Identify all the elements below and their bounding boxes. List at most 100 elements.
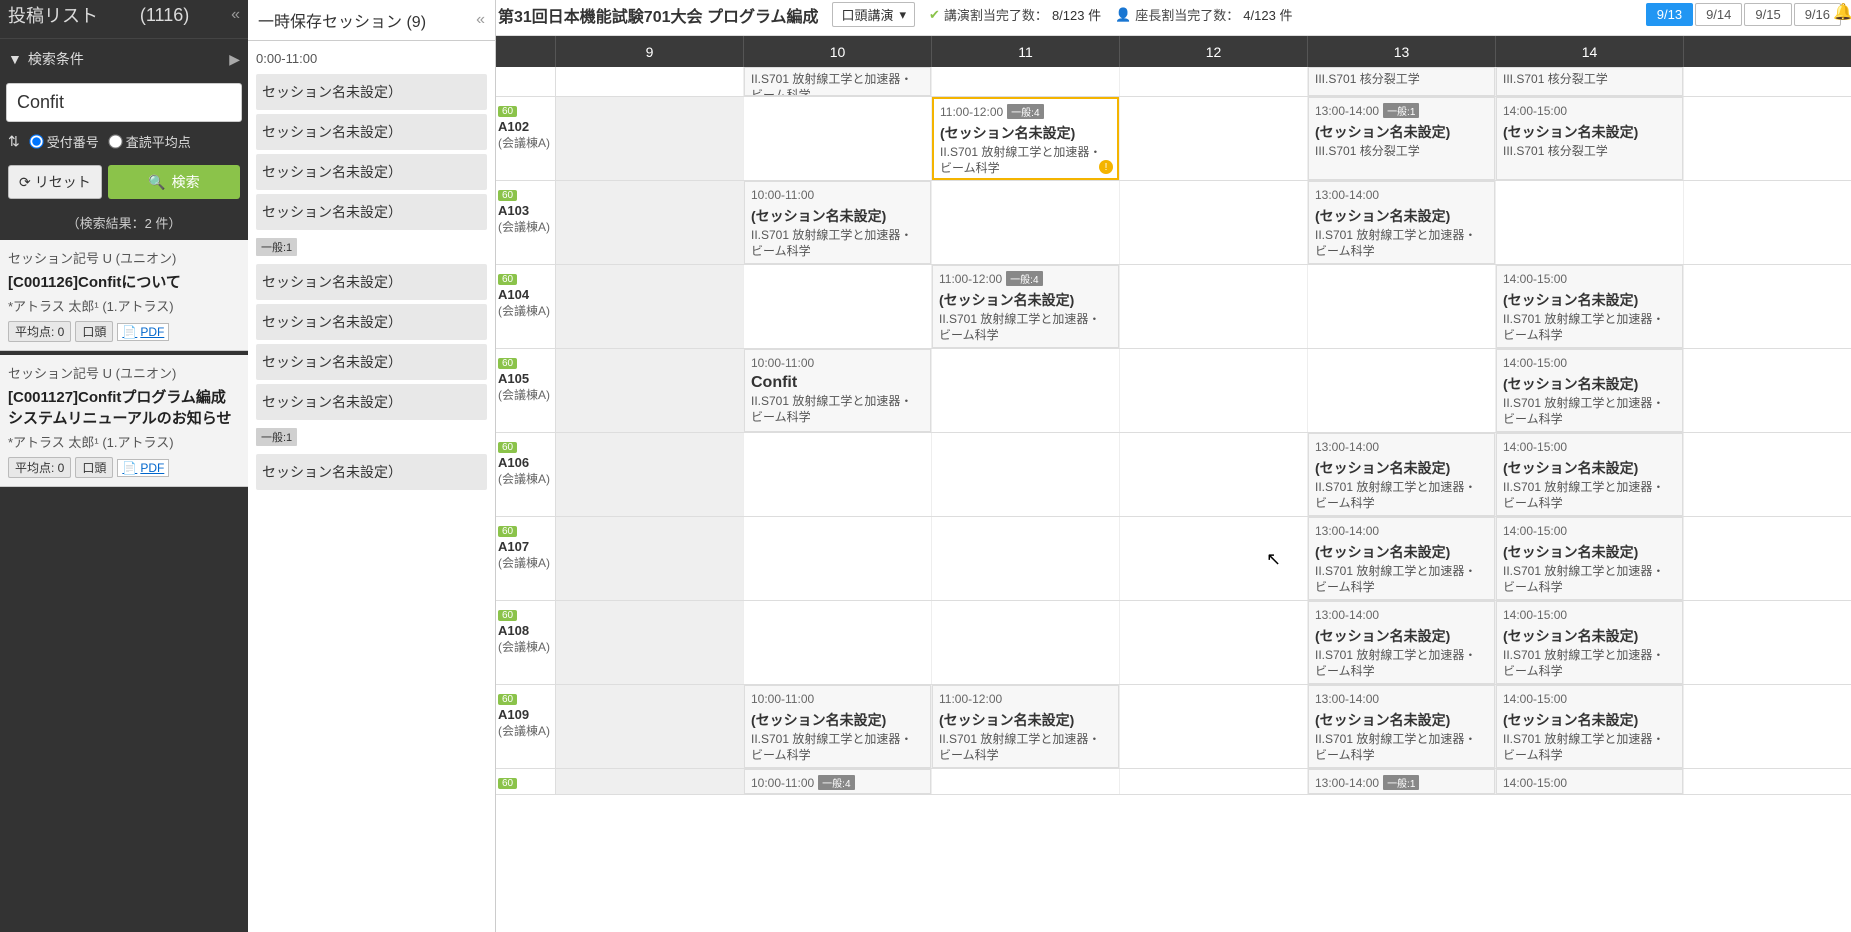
timeline-cell[interactable]: II.S701 放射線工学と加速器・ビーム科学 [744, 67, 932, 96]
timeline-cell[interactable]: 14:00-15:00 (セッション名未設定) II.S701 放射線工学と加速… [1496, 517, 1684, 600]
session-block[interactable]: 11:00-12:00一般:4 (セッション名未設定) II.S701 放射線工… [932, 265, 1119, 348]
timeline-cell[interactable] [1120, 265, 1308, 348]
timeline-cell[interactable]: 14:00-15:00 (セッション名未設定) III.S701 核分裂工学 [1496, 97, 1684, 180]
notification-bell-icon[interactable]: 🔔 [1833, 2, 1851, 22]
timeline-cell[interactable] [556, 433, 744, 516]
timeline-cell[interactable] [932, 349, 1120, 432]
timeline-cell[interactable]: III.S701 核分裂工学 [1496, 67, 1684, 96]
timeline-cell[interactable] [932, 517, 1120, 600]
date-tab[interactable]: 9/15 [1744, 3, 1791, 26]
session-block[interactable]: 13:00-14:00 (セッション名未設定) II.S701 放射線工学と加速… [1308, 181, 1495, 264]
timeline-cell[interactable]: 11:00-12:00一般:4 (セッション名未設定) II.S701 放射線工… [932, 265, 1120, 348]
timeline-cell[interactable] [744, 265, 932, 348]
session-block[interactable]: 10:00-11:00一般:4 [744, 769, 931, 794]
session-block[interactable]: II.S701 放射線工学と加速器・ビーム科学 [744, 67, 931, 96]
submission-card[interactable]: セッション記号 U (ユニオン) [C001127]Confitプログラム編成シ… [0, 355, 248, 487]
temp-session-item[interactable]: セッション名未設定） [256, 264, 487, 300]
timeline-cell[interactable]: 11:00-12:00 (セッション名未設定) II.S701 放射線工学と加速… [932, 685, 1120, 768]
timeline-cell[interactable]: 14:00-15:00 (セッション名未設定) II.S701 放射線工学と加速… [1496, 685, 1684, 768]
timeline-cell[interactable]: 13:00-14:00一般:1 [1308, 769, 1496, 794]
session-block[interactable]: 10:00-11:00 (セッション名未設定) II.S701 放射線工学と加速… [744, 685, 931, 768]
search-button[interactable]: 🔍 検索 [108, 165, 240, 199]
session-block[interactable]: 13:00-14:00一般:1 [1308, 769, 1495, 794]
timeline-cell[interactable] [1120, 601, 1308, 684]
timeline-cell[interactable]: III.S701 核分裂工学 [1308, 67, 1496, 96]
temp-session-item[interactable]: セッション名未設定） [256, 384, 487, 420]
session-block[interactable]: 14:00-15:00 (セッション名未設定) II.S701 放射線工学と加速… [1496, 517, 1683, 600]
timeline-cell[interactable]: 14:00-15:00 (セッション名未設定) II.S701 放射線工学と加速… [1496, 433, 1684, 516]
pdf-link[interactable]: 📄PDF [117, 459, 169, 477]
temp-session-item[interactable]: セッション名未設定） [256, 154, 487, 190]
timeline-cell[interactable]: 14:00-15:00 (セッション名未設定) II.S701 放射線工学と加速… [1496, 601, 1684, 684]
session-block[interactable]: 14:00-15:00 (セッション名未設定) II.S701 放射線工学と加速… [1496, 433, 1683, 516]
session-block[interactable]: 14:00-15:00 (セッション名未設定) II.S701 放射線工学と加速… [1496, 265, 1683, 348]
timeline-cell[interactable]: 14:00-15:00 (セッション名未設定) II.S701 放射線工学と加速… [1496, 265, 1684, 348]
temp-session-item[interactable]: セッション名未設定） [256, 74, 487, 110]
radio-receipt-number[interactable]: 受付番号 [30, 132, 99, 151]
timeline-cell[interactable]: 10:00-11:00 (セッション名未設定) II.S701 放射線工学と加速… [744, 181, 932, 264]
presentation-mode-select[interactable]: 口頭講演 ▾ [832, 2, 915, 27]
reset-button[interactable]: ⟳ リセット [8, 165, 102, 199]
timeline-cell[interactable]: 13:00-14:00 (セッション名未設定) II.S701 放射線工学と加速… [1308, 433, 1496, 516]
timeline-cell[interactable] [932, 181, 1120, 264]
session-block[interactable]: 13:00-14:00 (セッション名未設定) II.S701 放射線工学と加速… [1308, 601, 1495, 684]
timeline-cell[interactable]: 13:00-14:00 (セッション名未設定) II.S701 放射線工学と加速… [1308, 601, 1496, 684]
timeline-cell[interactable]: 14:00-15:00 (セッション名未設定) II.S701 放射線工学と加速… [1496, 349, 1684, 432]
session-block[interactable]: 10:00-11:00 (セッション名未設定) II.S701 放射線工学と加速… [744, 181, 931, 264]
temp-session-item[interactable]: セッション名未設定） [256, 114, 487, 150]
timeline-cell[interactable] [556, 601, 744, 684]
timeline-cell[interactable] [1120, 517, 1308, 600]
timeline-cell[interactable] [1120, 181, 1308, 264]
timeline-cell[interactable]: 14:00-15:00 [1496, 769, 1684, 794]
timeline-cell[interactable] [744, 601, 932, 684]
session-block[interactable]: 11:00-12:00一般:4 (セッション名未設定) II.S701 放射線工… [932, 97, 1119, 180]
timeline-cell[interactable]: 10:00-11:00 (セッション名未設定) II.S701 放射線工学と加速… [744, 685, 932, 768]
radio-review-average[interactable]: 査読平均点 [109, 132, 191, 151]
session-block[interactable]: 10:00-11:00 Confit II.S701 放射線工学と加速器・ビーム… [744, 349, 931, 432]
timeline-cell[interactable] [1120, 67, 1308, 96]
timeline-cell[interactable] [1120, 769, 1308, 794]
timeline-cell[interactable]: 13:00-14:00 (セッション名未設定) II.S701 放射線工学と加速… [1308, 517, 1496, 600]
timeline-cell[interactable]: 13:00-14:00 (セッション名未設定) II.S701 放射線工学と加速… [1308, 181, 1496, 264]
session-block[interactable]: 13:00-14:00 (セッション名未設定) II.S701 放射線工学と加速… [1308, 685, 1495, 768]
collapse-left-icon[interactable]: « [231, 6, 240, 24]
temp-session-item[interactable]: セッション名未設定） [256, 304, 487, 340]
temp-session-item[interactable]: セッション名未設定） [256, 344, 487, 380]
timeline-cell[interactable] [744, 97, 932, 180]
timeline-cell[interactable] [932, 433, 1120, 516]
session-block[interactable]: III.S701 核分裂工学 [1308, 67, 1495, 96]
date-tab[interactable]: 9/14 [1695, 3, 1742, 26]
session-block[interactable]: 14:00-15:00 (セッション名未設定) II.S701 放射線工学と加速… [1496, 685, 1683, 768]
timeline-cell[interactable]: 11:00-12:00一般:4 (セッション名未設定) II.S701 放射線工… [932, 97, 1120, 180]
date-tab[interactable]: 9/13 [1646, 3, 1693, 26]
session-block[interactable]: 14:00-15:00 (セッション名未設定) II.S701 放射線工学と加速… [1496, 349, 1683, 432]
timeline-cell[interactable]: 13:00-14:00一般:1 (セッション名未設定) III.S701 核分裂… [1308, 97, 1496, 180]
timeline-cell[interactable] [556, 769, 744, 794]
timeline-cell[interactable] [556, 67, 744, 96]
timeline-cell[interactable] [556, 517, 744, 600]
timeline-cell[interactable]: 10:00-11:00一般:4 [744, 769, 932, 794]
session-block[interactable]: 14:00-15:00 (セッション名未設定) III.S701 核分裂工学 [1496, 97, 1683, 180]
timeline-cell[interactable] [1308, 349, 1496, 432]
pdf-link[interactable]: 📄PDF [117, 323, 169, 341]
timeline-cell[interactable] [932, 67, 1120, 96]
session-block[interactable]: 14:00-15:00 (セッション名未設定) II.S701 放射線工学と加速… [1496, 601, 1683, 684]
timeline-cell[interactable] [932, 601, 1120, 684]
timeline-cell[interactable] [1496, 181, 1684, 264]
temp-session-item[interactable]: セッション名未設定） [256, 454, 487, 490]
session-block[interactable]: 13:00-14:00 (セッション名未設定) II.S701 放射線工学と加速… [1308, 517, 1495, 600]
submission-card[interactable]: セッション記号 U (ユニオン) [C001126]Confitについて *アト… [0, 240, 248, 351]
timeline-cell[interactable] [932, 769, 1120, 794]
search-input[interactable] [6, 83, 242, 122]
timeline-cell[interactable] [1120, 349, 1308, 432]
session-block[interactable]: 11:00-12:00 (セッション名未設定) II.S701 放射線工学と加速… [932, 685, 1119, 768]
session-block[interactable]: 14:00-15:00 [1496, 769, 1683, 794]
sort-icon[interactable]: ⇅ [8, 133, 20, 150]
timeline-cell[interactable] [744, 433, 932, 516]
timeline-cell[interactable]: 13:00-14:00 (セッション名未設定) II.S701 放射線工学と加速… [1308, 685, 1496, 768]
timeline-cell[interactable] [556, 181, 744, 264]
session-block[interactable]: 13:00-14:00一般:1 (セッション名未設定) III.S701 核分裂… [1308, 97, 1495, 180]
timeline-cell[interactable] [744, 517, 932, 600]
timeline-cell[interactable] [556, 685, 744, 768]
timeline-cell[interactable] [556, 265, 744, 348]
